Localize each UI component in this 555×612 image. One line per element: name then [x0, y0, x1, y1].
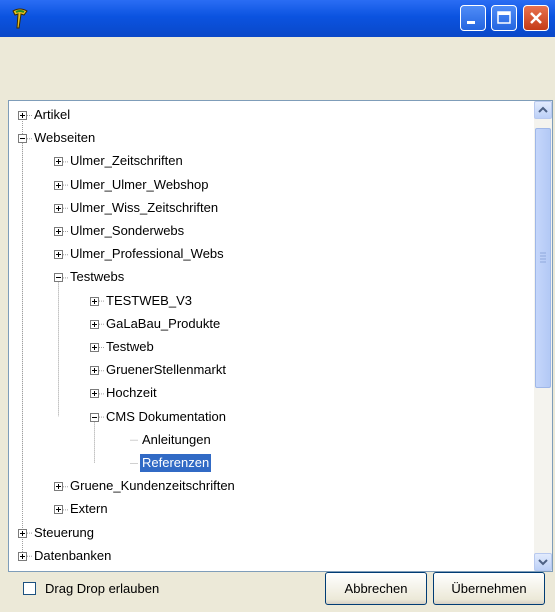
- expand-icon[interactable]: [18, 528, 27, 538]
- tree-node-label[interactable]: Datenbanken: [32, 547, 113, 565]
- tree-node-label[interactable]: Ulmer_Zeitschriften: [68, 152, 185, 170]
- tree-node-label[interactable]: Ulmer_Ulmer_Webshop: [68, 176, 210, 194]
- collapse-icon[interactable]: [54, 273, 63, 283]
- toolbar-area: [4, 37, 551, 94]
- expand-icon[interactable]: [90, 389, 99, 399]
- tree-view[interactable]: Artikel Webseiten Ulmer_Zeitschriften Ulmer…: [8, 100, 553, 572]
- tree-node-label[interactable]: Webseiten: [32, 129, 97, 147]
- collapse-icon[interactable]: [90, 412, 99, 422]
- expand-icon[interactable]: [18, 111, 27, 120]
- tree-node-label[interactable]: Steuerung: [32, 524, 96, 542]
- expand-icon[interactable]: [90, 319, 99, 329]
- cancel-button[interactable]: Abbrechen: [325, 572, 427, 605]
- tree-node-label[interactable]: Hochzeit: [104, 384, 159, 402]
- expand-icon[interactable]: [90, 296, 99, 306]
- tree-node-label[interactable]: Referenzen: [138, 453, 213, 473]
- apply-button[interactable]: Übernehmen: [433, 572, 545, 605]
- tree-node-label[interactable]: Gruene_Kundenzeitschriften: [68, 477, 237, 495]
- drag-drop-checkbox-label[interactable]: Drag Drop erlauben: [45, 580, 159, 598]
- vertical-scrollbar[interactable]: [534, 101, 552, 571]
- expand-icon[interactable]: [18, 551, 27, 561]
- expand-icon[interactable]: [90, 343, 99, 352]
- expand-icon[interactable]: [54, 203, 63, 213]
- tree-node-label[interactable]: Testweb: [104, 338, 156, 356]
- app-icon: [12, 8, 28, 29]
- tree-node-label[interactable]: Ulmer_Professional_Webs: [68, 245, 226, 263]
- expand-icon[interactable]: [54, 250, 63, 260]
- drag-drop-checkbox[interactable]: [23, 582, 36, 595]
- close-button[interactable]: [523, 5, 549, 31]
- tree-node-label[interactable]: GaLaBau_Produkte: [104, 315, 222, 333]
- scroll-up-button[interactable]: [534, 101, 552, 119]
- maximize-button[interactable]: [491, 5, 517, 31]
- tree-node-label[interactable]: Anleitungen: [140, 431, 213, 449]
- tree-node-label[interactable]: Ulmer_Sonderwebs: [68, 222, 186, 240]
- tree-node-label[interactable]: Ulmer_Wiss_Zeitschriften: [68, 199, 220, 217]
- minimize-button[interactable]: [460, 5, 486, 31]
- expand-icon[interactable]: [54, 505, 63, 515]
- title-bar[interactable]: [0, 0, 555, 37]
- expand-icon[interactable]: [90, 366, 99, 376]
- tree-node-label[interactable]: Artikel: [32, 106, 72, 124]
- expand-icon[interactable]: [54, 180, 63, 190]
- tree-node-label[interactable]: CMS Dokumentation: [104, 408, 228, 426]
- expand-icon[interactable]: [54, 482, 63, 492]
- tree-node-label[interactable]: GruenerStellenmarkt: [104, 361, 228, 379]
- collapse-icon[interactable]: [18, 134, 27, 144]
- tree-node-label[interactable]: Extern: [68, 500, 110, 518]
- expand-icon[interactable]: [54, 227, 63, 236]
- scroll-down-button[interactable]: [534, 553, 552, 571]
- expand-icon[interactable]: [54, 157, 63, 167]
- scroll-thumb[interactable]: [535, 128, 551, 388]
- tree-node-label[interactable]: TESTWEB_V3: [104, 292, 194, 310]
- tree-node-label[interactable]: Testwebs: [68, 268, 126, 286]
